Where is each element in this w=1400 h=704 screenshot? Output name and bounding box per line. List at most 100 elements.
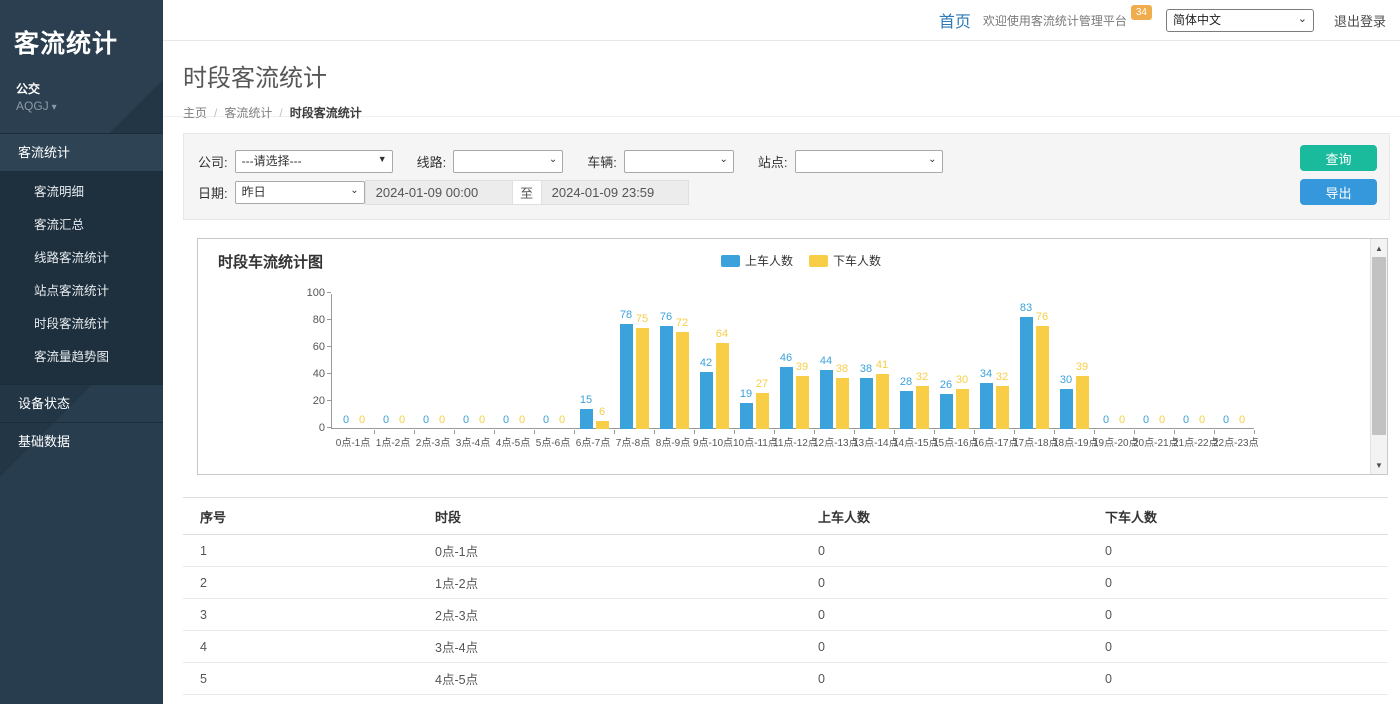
bar-group: 4264 [694,294,734,429]
bar: 0 [356,294,369,429]
table-cell: 5点-6点 [418,695,801,704]
y-axis-tick [327,292,331,293]
y-axis-label: 100 [295,287,325,299]
x-axis-label: 12点-13点 [813,434,853,449]
legend-item[interactable]: 下车人数 [809,252,881,269]
table-cell: 4 [183,631,418,663]
filter-select-车辆[interactable] [624,150,734,173]
bar-group: 00 [1214,294,1254,429]
bar-group: 7875 [614,294,654,429]
date-preset-select[interactable]: 昨日 [235,181,365,204]
app-window: 客流统计 公交 AQGJ▾ 客流统计 客流明细客流汇总线路客流统计站点客流统计时… [0,0,1400,704]
filter-select-线路[interactable] [453,150,563,173]
x-axis-label: 22点-23点 [1213,434,1253,449]
page-head: 时段客流统计 主页/客流统计/时段客流统计 [163,41,1400,117]
scroll-up-icon[interactable]: ▲ [1371,240,1387,256]
language-select-wrap: 简体中文 ⌄ [1166,9,1314,32]
legend-swatch [721,255,740,267]
sidebar-item-时段客流统计[interactable]: 时段客流统计 [0,308,163,341]
filter-select-wrap: ⌄ [453,150,563,173]
bar-value-label: 39 [1076,362,1088,373]
sidebar-item-站点客流统计[interactable]: 站点客流统计 [0,275,163,308]
page-title: 时段客流统计 [183,58,1400,93]
table-header-cell: 时段 [418,498,801,535]
bar: 0 [1236,294,1249,429]
bar-value-label: 0 [383,415,389,426]
logout-link[interactable]: 退出登录 [1334,11,1386,30]
bar-value-label: 76 [1036,312,1048,323]
bar-value-label: 32 [916,372,928,383]
table-cell: 0 [1088,631,1388,663]
date-range-separator: 至 [513,180,541,205]
bar: 0 [500,294,513,429]
bar: 0 [1180,294,1193,429]
filter-select-公司[interactable]: ---请选择--- [235,150,393,173]
sidebar-item-线路客流统计[interactable]: 线路客流统计 [0,242,163,275]
bar-group: 00 [454,294,494,429]
bar-value-label: 34 [980,369,992,380]
bar: 0 [380,294,393,429]
sidebar-item-客流明细[interactable]: 客流明细 [0,176,163,209]
bar: 34 [980,294,993,429]
filter-select-row: 公司:---请选择---▼线路:⌄车辆:⌄站点:⌄ [198,147,1375,175]
sidebar-nav: 客流统计 客流明细客流汇总线路客流统计站点客流统计时段客流统计客流量趋势图 设备… [0,133,163,460]
query-button[interactable]: 查询 [1300,145,1377,171]
bar-group: 2630 [934,294,974,429]
legend-item[interactable]: 上车人数 [721,252,793,269]
bar-group: 28 32 [894,294,934,429]
home-link[interactable]: 首页 [939,8,971,32]
table-cell: 0点-1点 [418,535,801,567]
welcome-text: 欢迎使用客流统计管理平台 [983,12,1127,29]
company-switcher[interactable]: AQGJ▾ [0,99,163,129]
table-panel: 序号时段上车人数下车人数 10点-1点0021点-2点0032点-3点0043点… [183,497,1388,704]
bar-value-label: 75 [636,314,648,325]
export-button[interactable]: 导出 [1300,179,1377,205]
filter-select-wrap: ⌄ [795,150,943,173]
sidebar-section-base-data[interactable]: 基础数据 [0,422,163,460]
sidebar-item-客流汇总[interactable]: 客流汇总 [0,209,163,242]
bar: 0 [1156,294,1169,429]
bar-value-label: 0 [343,415,349,426]
bar-group: 00 [334,294,374,429]
bar-value-label: 28 [900,377,912,388]
table-cell: 0 [801,567,1088,599]
chart-scrollbar[interactable]: ▲ ▼ [1370,239,1387,474]
bar-value-label: 27 [756,379,768,390]
bar-group: 8376 [1014,294,1054,429]
notification-badge[interactable]: 34 [1131,5,1152,20]
bar: 6 [596,294,609,429]
sidebar-item-客流量趋势图[interactable]: 客流量趋势图 [0,341,163,374]
bar: 78 [620,294,633,429]
plot-zone: 0000000000001567875767242641927463944383… [331,294,1254,449]
bar: 0 [1100,294,1113,429]
x-axis-label: 9点-10点 [693,434,733,449]
table-row: 21点-2点00 [183,567,1388,599]
sidebar-section-device-status[interactable]: 设备状态 [0,384,163,422]
bar: 44 [820,294,833,429]
x-axis-label: 18点-19点 [1053,434,1093,449]
y-axis-tick [327,427,331,428]
bar-value-label: 0 [1183,415,1189,426]
bar-group: 00 [534,294,574,429]
bar-value-label: 0 [1159,415,1165,426]
bar-value-label: 26 [940,380,952,391]
table-cell: 0 [1088,599,1388,631]
scroll-down-icon[interactable]: ▼ [1371,457,1387,473]
language-select[interactable]: 简体中文 [1166,9,1314,32]
date-to-input[interactable]: 2024-01-09 23:59 [541,180,689,205]
bar: 0 [460,294,473,429]
bar-value-label: 44 [820,356,832,367]
scrollbar-thumb[interactable] [1372,257,1386,435]
bar-group: 7672 [654,294,694,429]
sidebar-section-passenger-stats[interactable]: 客流统计 [0,133,163,171]
bar: 39 [1076,294,1089,429]
chart-panel: 时段车流统计图 上车人数下车人数 00000000000015678757672… [197,238,1388,475]
bar-value-label: 0 [1119,415,1125,426]
date-from-input[interactable]: 2024-01-09 00:00 [365,180,513,205]
bar: 28 [900,294,913,429]
org-label: 公交 [0,60,163,99]
main-area: 首页 欢迎使用客流统计管理平台 34 简体中文 ⌄ 退出登录 时段客流统计 主页… [163,0,1400,704]
bar-value-label: 38 [860,364,872,375]
bar-group: 00 [414,294,454,429]
filter-select-站点[interactable] [795,150,943,173]
